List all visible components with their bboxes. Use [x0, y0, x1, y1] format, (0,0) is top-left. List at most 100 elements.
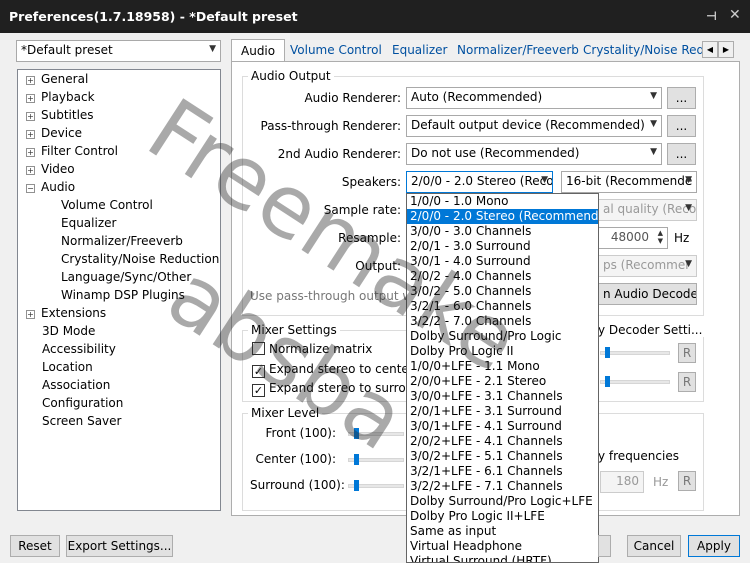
speakers-dropdown-list[interactable]: 1/0/0 - 1.0 Mono 2/0/0 - 2.0 Stereo (Reco…	[406, 193, 599, 563]
quality-select[interactable]: al quality (Reco ▼	[598, 199, 697, 221]
expand-icon[interactable]: +	[26, 148, 35, 157]
tree-item-volume-control[interactable]: Volume Control	[61, 198, 153, 212]
ok-button[interactable]: OK	[598, 535, 611, 557]
speakers-option[interactable]: 3/2/1+LFE - 6.1 Channels	[407, 464, 598, 479]
slider-thumb[interactable]	[354, 428, 359, 439]
speakers-option[interactable]: Dolby Surround/Pro Logic	[407, 329, 598, 344]
slider-thumb[interactable]	[605, 376, 610, 387]
expand-icon[interactable]: +	[26, 76, 35, 85]
passthrough-more-button[interactable]: ...	[667, 115, 696, 137]
speakers-option[interactable]: 2/0/2 - 4.0 Channels	[407, 269, 598, 284]
tab-crystality[interactable]: Crystality/Noise Reduction	[583, 39, 719, 62]
expand-surround-checkbox[interactable]: ✓ Expand stereo to surround	[252, 381, 429, 397]
speakers-option[interactable]: 1/0/0+LFE - 1.1 Mono	[407, 359, 598, 374]
surround-slider[interactable]	[348, 480, 404, 491]
cancel-button[interactable]: Cancel	[627, 535, 681, 557]
tree-item-winamp-dsp[interactable]: Winamp DSP Plugins	[61, 288, 185, 302]
speakers-option[interactable]: 1/0/0 - 1.0 Mono	[407, 194, 598, 209]
bit-depth-select[interactable]: 16-bit (Recommende ▼	[561, 171, 697, 193]
collapse-icon[interactable]: −	[26, 184, 35, 193]
tree-item-language-sync[interactable]: Language/Sync/Other	[61, 270, 191, 284]
speakers-option[interactable]: 3/0/1+LFE - 4.1 Surround	[407, 419, 598, 434]
speakers-option[interactable]: 3/2/2 - 7.0 Channels	[407, 314, 598, 329]
reset-frequency-button[interactable]: R	[678, 471, 696, 491]
slider-thumb[interactable]	[605, 347, 610, 358]
tree-item-extensions[interactable]: + Extensions	[26, 306, 106, 320]
decoder-slider-1[interactable]	[600, 347, 670, 358]
speakers-option[interactable]: 2/0/0+LFE - 2.1 Stereo	[407, 374, 598, 389]
tab-equalizer[interactable]: Equalizer	[392, 39, 447, 62]
tree-item-video[interactable]: + Video	[26, 162, 75, 176]
front-slider[interactable]	[348, 428, 404, 439]
resample-input[interactable]: 48000 ▲ ▼	[598, 227, 668, 249]
center-slider[interactable]	[348, 454, 404, 465]
tree-item-crystality[interactable]: Crystality/Noise Reduction	[61, 252, 219, 266]
expand-icon[interactable]: +	[26, 166, 35, 175]
reset-slider-1-button[interactable]: R	[678, 343, 696, 363]
tree-item-screen-saver[interactable]: Screen Saver	[42, 414, 121, 428]
speakers-option[interactable]: 3/0/0 - 3.0 Channels	[407, 224, 598, 239]
check-icon[interactable]: ✓	[252, 384, 265, 397]
speakers-option[interactable]: Dolby Pro Logic II+LFE	[407, 509, 598, 524]
speakers-option[interactable]: 2/0/0 - 2.0 Stereo (Recommended)	[407, 209, 598, 224]
check-icon[interactable]: ✓	[252, 365, 265, 378]
reset-button[interactable]: Reset	[10, 535, 60, 557]
expand-icon[interactable]: +	[26, 94, 35, 103]
expand-icon[interactable]: +	[26, 112, 35, 121]
speakers-option[interactable]: 3/0/0+LFE - 3.1 Channels	[407, 389, 598, 404]
speakers-option[interactable]: Virtual Surround (HRTF)	[407, 554, 598, 562]
reset-slider-2-button[interactable]: R	[678, 372, 696, 392]
speakers-option[interactable]: 3/0/2 - 5.0 Channels	[407, 284, 598, 299]
audio-renderer-more-button[interactable]: ...	[667, 87, 696, 109]
tree-item-accessibility[interactable]: Accessibility	[42, 342, 116, 356]
audio-decoder-button[interactable]: n Audio Decoder	[598, 283, 697, 305]
tab-audio[interactable]: Audio	[231, 39, 286, 62]
audio-renderer-select[interactable]: Auto (Recommended) ▼	[406, 87, 662, 109]
expand-icon[interactable]: +	[26, 130, 35, 139]
slider-thumb[interactable]	[354, 480, 359, 491]
spinner-icon[interactable]: ▲ ▼	[658, 229, 663, 245]
tree-item-association[interactable]: Association	[42, 378, 110, 392]
speakers-option[interactable]: 3/2/2+LFE - 7.1 Channels	[407, 479, 598, 494]
tab-volume-control[interactable]: Volume Control	[290, 39, 382, 62]
speakers-select[interactable]: 2/0/0 - 2.0 Stereo (Reco ▼	[406, 171, 553, 193]
decoder-slider-2[interactable]	[600, 376, 670, 387]
tab-normalizer-freeverb[interactable]: Normalizer/Freeverb	[457, 39, 579, 62]
slider-thumb[interactable]	[354, 454, 359, 465]
speakers-option[interactable]: Dolby Pro Logic II	[407, 344, 598, 359]
speakers-option[interactable]: 3/2/1 - 6.0 Channels	[407, 299, 598, 314]
tab-scroll-left-icon[interactable]: ◀	[702, 41, 718, 58]
pin-icon[interactable]: ⊣	[706, 9, 717, 23]
speakers-option[interactable]: 2/0/1+LFE - 3.1 Surround	[407, 404, 598, 419]
second-renderer-more-button[interactable]: ...	[667, 143, 696, 165]
output-select[interactable]: ps (Recommer ▼	[598, 255, 697, 277]
passthrough-renderer-select[interactable]: Default output device (Recommended) ▼	[406, 115, 662, 137]
preset-select[interactable]: *Default preset ▼	[16, 40, 221, 62]
tree-item-general[interactable]: + General	[26, 72, 88, 86]
tab-scroll-right-icon[interactable]: ▶	[718, 41, 734, 58]
tree-item-location[interactable]: Location	[42, 360, 93, 374]
speakers-option[interactable]: Same as input	[407, 524, 598, 539]
tree-item-filter-control[interactable]: + Filter Control	[26, 144, 118, 158]
expand-icon[interactable]: +	[26, 310, 35, 319]
speakers-option[interactable]: Virtual Headphone	[407, 539, 598, 554]
apply-button[interactable]: Apply	[688, 535, 740, 557]
settings-tree[interactable]: + General + Playback + Subtitles + Device + F…	[17, 69, 221, 511]
speakers-option[interactable]: Dolby Surround/Pro Logic+LFE	[407, 494, 598, 509]
tree-item-subtitles[interactable]: + Subtitles	[26, 108, 94, 122]
tree-item-normalizer[interactable]: Normalizer/Freeverb	[61, 234, 183, 248]
normalize-matrix-checkbox[interactable]: Normalize matrix	[252, 342, 372, 356]
close-icon[interactable]: ✕	[729, 7, 741, 23]
speakers-option[interactable]: 2/0/1 - 3.0 Surround	[407, 239, 598, 254]
export-settings-button[interactable]: Export Settings...	[66, 535, 173, 557]
speakers-option[interactable]: 2/0/2+LFE - 4.1 Channels	[407, 434, 598, 449]
expand-center-checkbox[interactable]: ✓ Expand stereo to center	[252, 362, 414, 378]
speakers-option[interactable]: 3/0/2+LFE - 5.1 Channels	[407, 449, 598, 464]
tree-item-3d-mode[interactable]: 3D Mode	[42, 324, 95, 338]
tree-item-audio[interactable]: − Audio	[26, 180, 75, 194]
second-renderer-select[interactable]: Do not use (Recommended) ▼	[406, 143, 662, 165]
tree-item-playback[interactable]: + Playback	[26, 90, 95, 104]
speakers-option[interactable]: 3/0/1 - 4.0 Surround	[407, 254, 598, 269]
tree-item-configuration[interactable]: Configuration	[42, 396, 123, 410]
checkbox-box[interactable]	[252, 342, 265, 355]
